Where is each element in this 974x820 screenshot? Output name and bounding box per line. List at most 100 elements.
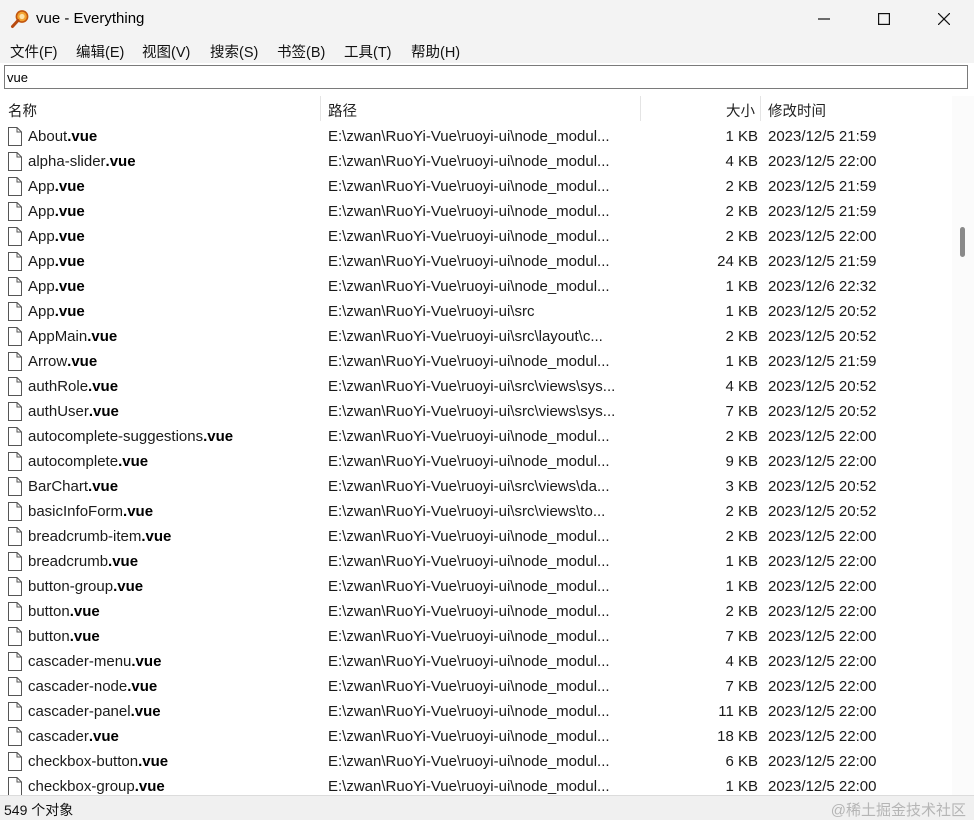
menu-help[interactable]: 帮助(H)	[411, 41, 460, 62]
file-size: 4 KB	[725, 653, 758, 670]
file-modified: 2023/12/5 22:00	[768, 453, 877, 470]
file-row[interactable]: App.vue E:\zwan\RuoYi-Vue\ruoyi-ui\node_m…	[0, 200, 952, 225]
file-base-name: authUser	[28, 403, 89, 420]
file-path: E:\zwan\RuoYi-Vue\ruoyi-ui\src\views\sys…	[328, 378, 616, 395]
menu-edit[interactable]: 编辑(E)	[76, 41, 124, 62]
file-modified: 2023/12/5 22:00	[768, 603, 877, 620]
scrollbar-thumb[interactable]	[960, 227, 965, 257]
file-row[interactable]: App.vue E:\zwan\RuoYi-Vue\ruoyi-ui\src 1 K…	[0, 300, 952, 325]
file-icon	[8, 427, 22, 446]
file-base-name: App	[28, 228, 55, 245]
file-row[interactable]: AppMain.vue E:\zwan\RuoYi-Vue\ruoyi-ui\sr…	[0, 325, 952, 350]
close-button[interactable]	[914, 0, 974, 38]
file-row[interactable]: BarChart.vue E:\zwan\RuoYi-Vue\ruoyi-ui\s…	[0, 475, 952, 500]
file-name: App.vue	[28, 303, 318, 320]
column-divider[interactable]	[760, 96, 761, 121]
file-size: 1 KB	[725, 578, 758, 595]
file-extension-match: .vue	[118, 453, 149, 470]
file-row[interactable]: authUser.vue E:\zwan\RuoYi-Vue\ruoyi-ui\s…	[0, 400, 952, 425]
file-row[interactable]: App.vue E:\zwan\RuoYi-Vue\ruoyi-ui\node_m…	[0, 250, 952, 275]
column-size-header[interactable]: 大小	[650, 100, 755, 121]
file-base-name: button	[28, 628, 70, 645]
file-row[interactable]: cascader.vue E:\zwan\RuoYi-Vue\ruoyi-ui\n…	[0, 725, 952, 750]
file-name: cascader.vue	[28, 728, 318, 745]
file-modified: 2023/12/5 20:52	[768, 303, 877, 320]
file-extension-match: .vue	[54, 303, 85, 320]
file-base-name: App	[28, 203, 55, 220]
menu-file[interactable]: 文件(F)	[10, 41, 58, 62]
file-row[interactable]: button-group.vue E:\zwan\RuoYi-Vue\ruoyi-…	[0, 575, 952, 600]
column-divider[interactable]	[320, 96, 321, 121]
file-row[interactable]: About.vue E:\zwan\RuoYi-Vue\ruoyi-ui\node…	[0, 125, 952, 150]
file-row[interactable]: checkbox-button.vue E:\zwan\RuoYi-Vue\ruo…	[0, 750, 952, 775]
file-path: E:\zwan\RuoYi-Vue\ruoyi-ui\node_modul...	[328, 228, 610, 245]
maximize-button[interactable]	[854, 0, 914, 38]
file-base-name: authRole	[28, 378, 89, 395]
file-path: E:\zwan\RuoYi-Vue\ruoyi-ui\src\views\to.…	[328, 503, 606, 520]
menu-tools[interactable]: 工具(T)	[344, 41, 392, 62]
file-base-name: Arrow	[28, 353, 68, 370]
file-icon	[8, 577, 22, 596]
file-row[interactable]: App.vue E:\zwan\RuoYi-Vue\ruoyi-ui\node_m…	[0, 175, 952, 200]
file-modified: 2023/12/6 22:32	[768, 278, 877, 295]
file-row[interactable]: App.vue E:\zwan\RuoYi-Vue\ruoyi-ui\node_m…	[0, 275, 952, 300]
file-row[interactable]: basicInfoForm.vue E:\zwan\RuoYi-Vue\ruoyi…	[0, 500, 952, 525]
file-icon	[8, 602, 22, 621]
file-icon	[8, 627, 22, 646]
vertical-scrollbar[interactable]	[952, 96, 974, 795]
file-modified: 2023/12/5 22:00	[768, 628, 877, 645]
file-row[interactable]: button.vue E:\zwan\RuoYi-Vue\ruoyi-ui\nod…	[0, 600, 952, 625]
file-modified: 2023/12/5 21:59	[768, 253, 877, 270]
file-modified: 2023/12/5 22:00	[768, 778, 877, 795]
maximize-icon	[878, 13, 890, 25]
file-icon	[8, 777, 22, 795]
file-extension-match: .vue	[54, 278, 85, 295]
file-row[interactable]: checkbox-group.vue E:\zwan\RuoYi-Vue\ruoy…	[0, 775, 952, 795]
file-icon	[8, 477, 22, 496]
file-row[interactable]: autocomplete.vue E:\zwan\RuoYi-Vue\ruoyi-…	[0, 450, 952, 475]
menu-bookmarks[interactable]: 书签(B)	[277, 41, 325, 62]
file-row[interactable]: App.vue E:\zwan\RuoYi-Vue\ruoyi-ui\node_m…	[0, 225, 952, 250]
file-name: About.vue	[28, 128, 318, 145]
file-name: authUser.vue	[28, 403, 318, 420]
file-modified: 2023/12/5 22:00	[768, 228, 877, 245]
search-input[interactable]	[4, 65, 968, 89]
column-name-header[interactable]: 名称	[8, 100, 37, 121]
file-path: E:\zwan\RuoYi-Vue\ruoyi-ui\node_modul...	[328, 203, 610, 220]
file-size: 2 KB	[725, 428, 758, 445]
file-row[interactable]: button.vue E:\zwan\RuoYi-Vue\ruoyi-ui\nod…	[0, 625, 952, 650]
file-extension-match: .vue	[69, 628, 100, 645]
file-row[interactable]: cascader-menu.vue E:\zwan\RuoYi-Vue\ruoyi…	[0, 650, 952, 675]
file-extension-match: .vue	[203, 428, 234, 445]
menu-search[interactable]: 搜索(S)	[210, 41, 258, 62]
file-icon	[8, 252, 22, 271]
file-row[interactable]: autocomplete-suggestions.vue E:\zwan\RuoY…	[0, 425, 952, 450]
file-list[interactable]: About.vue E:\zwan\RuoYi-Vue\ruoyi-ui\node…	[0, 125, 952, 795]
file-name: BarChart.vue	[28, 478, 318, 495]
file-base-name: checkbox-button	[28, 753, 139, 770]
file-base-name: BarChart	[28, 478, 89, 495]
file-name: basicInfoForm.vue	[28, 503, 318, 520]
file-base-name: AppMain	[28, 328, 88, 345]
file-row[interactable]: Arrow.vue E:\zwan\RuoYi-Vue\ruoyi-ui\node…	[0, 350, 952, 375]
menu-view[interactable]: 视图(V)	[142, 41, 190, 62]
file-base-name: checkbox-group	[28, 778, 135, 795]
file-icon	[8, 377, 22, 396]
file-row[interactable]: alpha-slider.vue E:\zwan\RuoYi-Vue\ruoyi-…	[0, 150, 952, 175]
file-row[interactable]: breadcrumb.vue E:\zwan\RuoYi-Vue\ruoyi-ui…	[0, 550, 952, 575]
file-extension-match: .vue	[88, 403, 119, 420]
file-name: AppMain.vue	[28, 328, 318, 345]
minimize-icon	[818, 18, 830, 20]
column-path-header[interactable]: 路径	[328, 100, 357, 121]
file-extension-match: .vue	[67, 353, 98, 370]
file-extension-match: .vue	[113, 578, 144, 595]
file-row[interactable]: authRole.vue E:\zwan\RuoYi-Vue\ruoyi-ui\s…	[0, 375, 952, 400]
minimize-button[interactable]	[794, 0, 854, 38]
file-path: E:\zwan\RuoYi-Vue\ruoyi-ui\node_modul...	[328, 578, 610, 595]
file-row[interactable]: cascader-panel.vue E:\zwan\RuoYi-Vue\ruoy…	[0, 700, 952, 725]
column-modified-header[interactable]: 修改时间	[768, 100, 826, 121]
file-row[interactable]: cascader-node.vue E:\zwan\RuoYi-Vue\ruoyi…	[0, 675, 952, 700]
file-modified: 2023/12/5 20:52	[768, 503, 877, 520]
column-divider[interactable]	[640, 96, 641, 121]
file-row[interactable]: breadcrumb-item.vue E:\zwan\RuoYi-Vue\ruo…	[0, 525, 952, 550]
